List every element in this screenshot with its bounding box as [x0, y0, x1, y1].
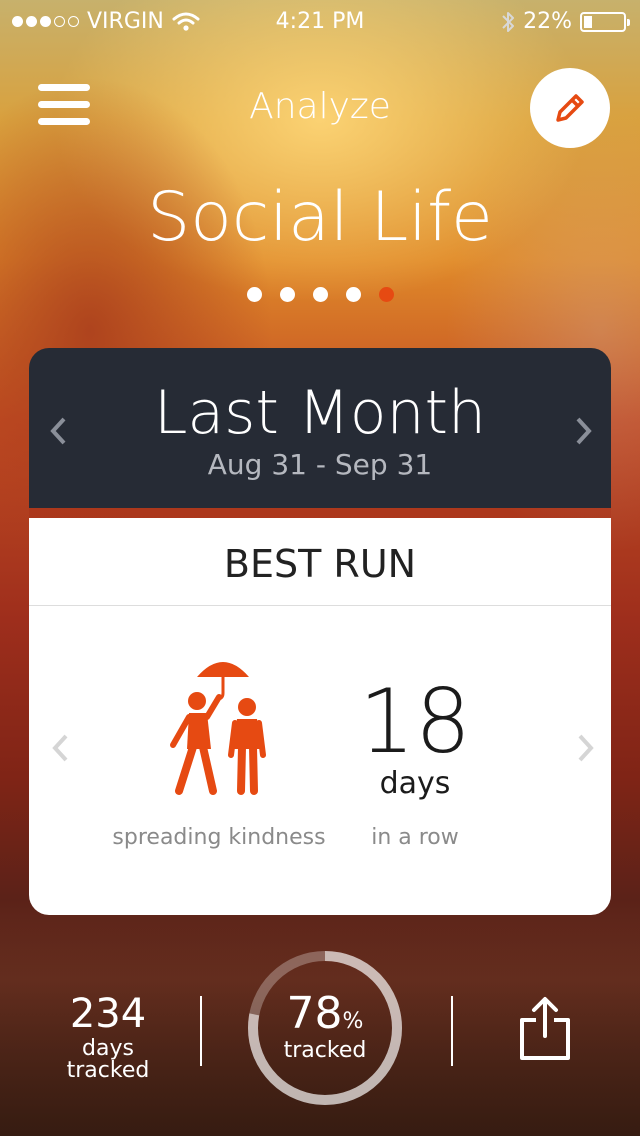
percent-sign: %	[342, 1009, 364, 1034]
days-tracked-value: 234	[69, 991, 147, 1037]
chevron-left-icon	[52, 734, 68, 762]
page-indicator	[0, 287, 640, 302]
page-dot[interactable]	[312, 287, 328, 302]
page-dot[interactable]	[345, 287, 361, 302]
next-metric-button[interactable]	[571, 728, 601, 768]
chevron-right-icon	[576, 417, 592, 445]
tracked-percent-value: 78	[286, 988, 343, 1039]
divider	[451, 996, 453, 1066]
pencil-icon	[556, 94, 584, 122]
chevron-right-icon	[578, 734, 594, 762]
previous-metric-button[interactable]	[45, 728, 75, 768]
battery-percent: 22%	[523, 9, 572, 34]
tracked-percent-stat: 78% tracked	[245, 992, 405, 1064]
days-tracked-label-line1: days	[82, 1036, 134, 1061]
tracked-label: tracked	[283, 1038, 367, 1063]
battery-icon	[580, 11, 630, 32]
days-tracked-stat: 234 days tracked	[40, 994, 176, 1082]
next-period-button[interactable]	[569, 411, 599, 451]
metric-title: BEST RUN	[223, 542, 417, 586]
bluetooth-icon	[502, 11, 515, 32]
period-range: Aug 31 - Sep 31	[207, 448, 433, 481]
period-title: Last Month	[153, 378, 487, 448]
streak-count: 18	[359, 670, 471, 773]
status-bar: VIRGIN 4:21 PM 22%	[0, 0, 640, 44]
page-dot[interactable]	[246, 287, 262, 302]
share-icon	[520, 997, 570, 1060]
days-tracked-label-line2: tracked	[66, 1058, 150, 1083]
share-button[interactable]	[516, 996, 574, 1062]
stats-card: Last Month Aug 31 - Sep 31 BEST RUN 18 d…	[29, 348, 611, 915]
activity-label: spreading kindness	[112, 825, 326, 850]
edit-button[interactable]	[530, 68, 610, 148]
category-title: Social Life	[147, 178, 493, 257]
divider	[29, 605, 611, 606]
streak-label: in a row	[371, 825, 459, 850]
page-dot-active[interactable]	[378, 287, 394, 302]
page-dot[interactable]	[279, 287, 295, 302]
divider	[200, 996, 202, 1066]
umbrella-people-icon	[170, 662, 266, 795]
streak-unit: days	[379, 766, 451, 801]
best-run-panel: BEST RUN 18 days spreading kindness in a…	[29, 518, 611, 915]
period-header: Last Month Aug 31 - Sep 31	[29, 348, 611, 508]
